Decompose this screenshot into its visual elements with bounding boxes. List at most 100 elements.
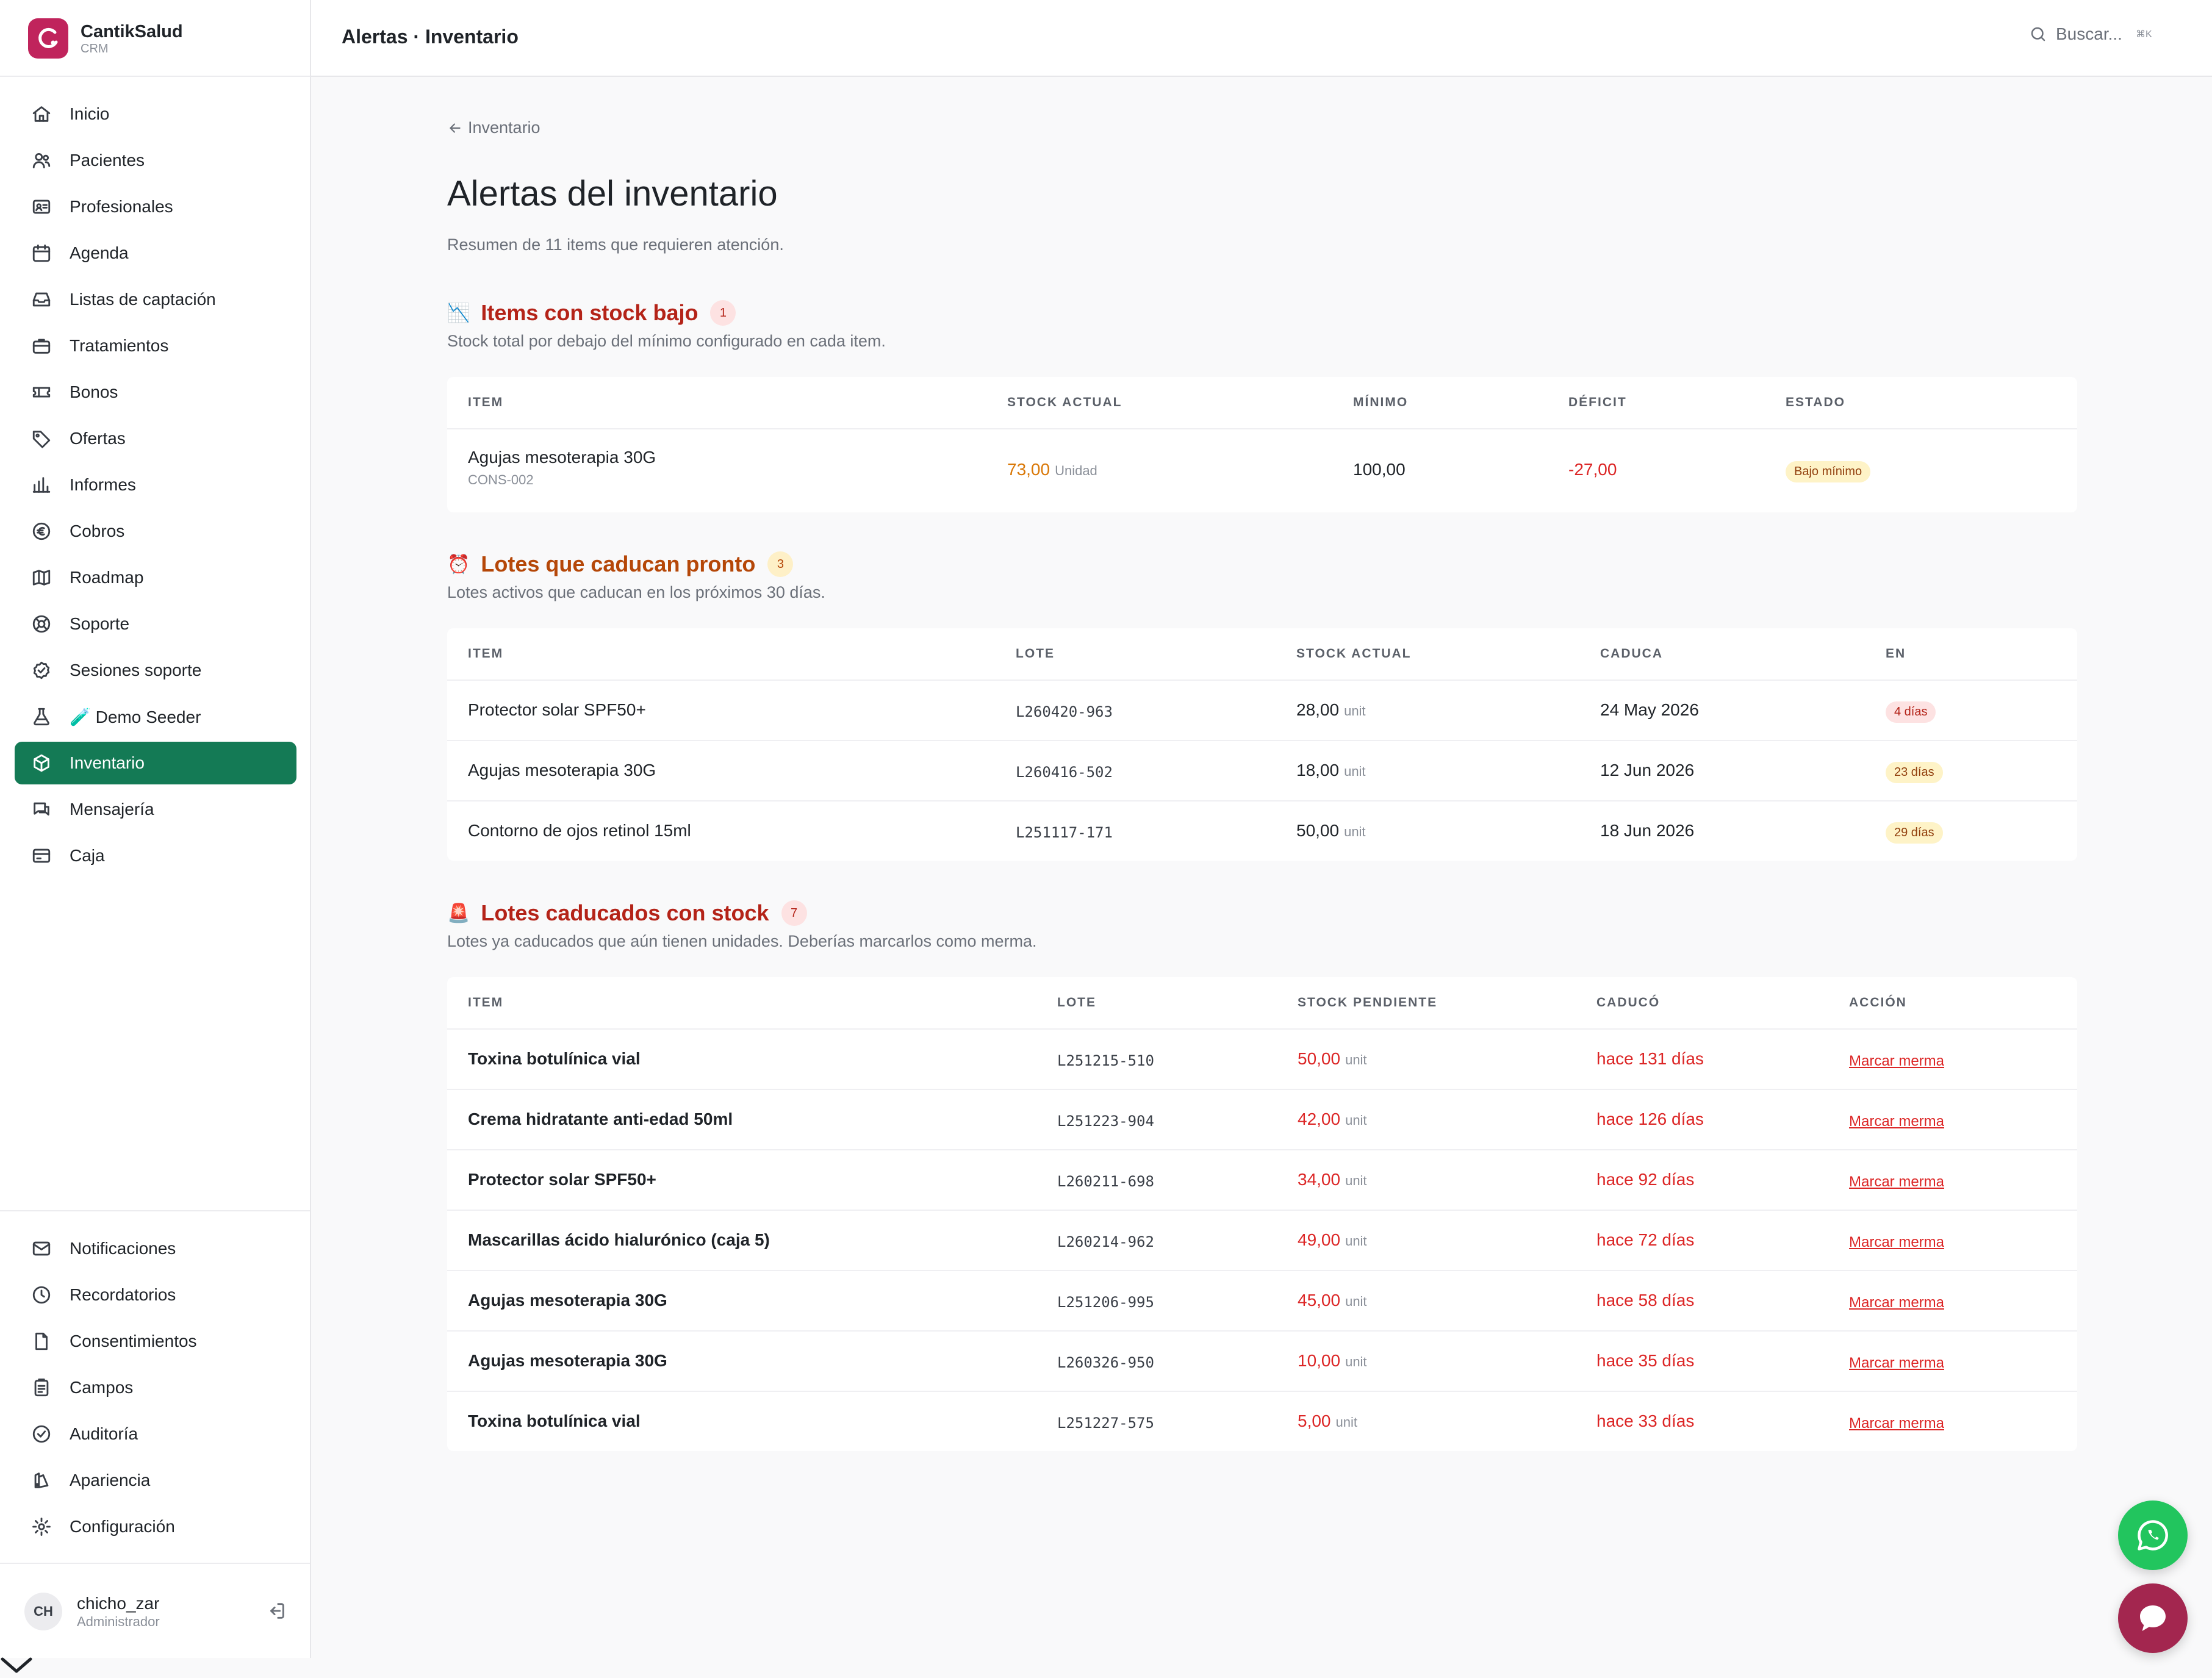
messages-icon <box>29 797 54 822</box>
whatsapp-button[interactable] <box>2118 1501 2188 1570</box>
sidebar-item-recordatorios[interactable]: Recordatorios <box>15 1274 296 1316</box>
sidebar-item-inventario[interactable]: Inventario <box>15 742 296 784</box>
sidebar-item-pacientes[interactable]: Pacientes <box>15 139 296 182</box>
sidebar-item-informes[interactable]: Informes <box>15 464 296 506</box>
sidebar-item-notificaciones[interactable]: Notificaciones <box>15 1227 296 1270</box>
table-row[interactable]: Agujas mesoterapia 30G CONS-002 73,00 Unida… <box>447 429 2077 512</box>
sidebar-item-bonos[interactable]: Bonos <box>15 371 296 414</box>
sidebar-item-configuración[interactable]: Configuración <box>15 1505 296 1548</box>
mark-waste-link[interactable]: Marcar merma <box>1849 1413 1944 1432</box>
sidebar-item-cobros[interactable]: Cobros <box>15 510 296 553</box>
sidebar: CantikSalud CRM Inicio Pacientes Profesion… <box>0 0 311 1658</box>
mark-waste-link[interactable]: Marcar merma <box>1849 1234 1944 1250</box>
sidebar-item-ofertas[interactable]: Ofertas <box>15 417 296 460</box>
palette-icon <box>29 1468 54 1493</box>
sidebar-item-listas-de-captación[interactable]: Listas de captación <box>15 278 296 321</box>
column-header: LOTE <box>1016 647 1055 661</box>
status-badge: Bajo mínimo <box>1786 461 1871 482</box>
sidebar-item-soporte[interactable]: Soporte <box>15 603 296 645</box>
table-row[interactable]: Agujas mesoterapia 30G L251206-995 45,00 un… <box>447 1271 2077 1332</box>
table-row[interactable]: Agujas mesoterapia 30G L260326-950 10,00 un… <box>447 1332 2077 1392</box>
mark-waste-link[interactable]: Marcar merma <box>1849 1355 1944 1371</box>
sidebar-item-inicio[interactable]: Inicio <box>15 93 296 135</box>
sidebar-item-campos[interactable]: Campos <box>15 1366 296 1409</box>
mark-waste-link[interactable]: Marcar merma <box>1849 1292 1944 1311</box>
column-header: EN <box>1886 647 1906 661</box>
sidebar-item-label: Auditoría <box>70 1424 138 1443</box>
sidebar-item-mensajería[interactable]: Mensajería <box>15 788 296 831</box>
cell-text: 5,00 <box>1298 1411 1331 1430</box>
mark-waste-link[interactable]: Marcar merma <box>1849 1053 1944 1069</box>
sidebar-item-roadmap[interactable]: Roadmap <box>15 556 296 599</box>
sidebar-item-profesionales[interactable]: Profesionales <box>15 185 296 228</box>
sidebar-item-auditoría[interactable]: Auditoría <box>15 1413 296 1455</box>
cell-text: Unidad <box>1055 463 1097 478</box>
table-row[interactable]: Protector solar SPF50+ L260211-698 34,00 un… <box>447 1150 2077 1211</box>
avatar: CH <box>24 1593 62 1630</box>
mark-waste-link[interactable]: Marcar merma <box>1849 1352 1944 1372</box>
sidebar-item-tratamientos[interactable]: Tratamientos <box>15 324 296 367</box>
mark-waste-link[interactable]: Marcar merma <box>1849 1232 1944 1251</box>
expired-cell: hace 35 días <box>1596 1351 1694 1371</box>
table-row[interactable]: Contorno de ojos retinol 15ml L251117-171… <box>447 801 2077 861</box>
cell-text: unit <box>1344 764 1366 779</box>
mark-waste-link[interactable]: Marcar merma <box>1849 1050 1944 1070</box>
stock-cell: 18,00 unit <box>1296 761 1366 780</box>
cell-text: Protector solar SPF50+ <box>468 1170 656 1189</box>
sidebar-divider <box>0 1210 310 1211</box>
lifebuoy-icon <box>29 612 54 636</box>
column-header: STOCK PENDIENTE <box>1298 995 1438 1009</box>
table-row[interactable]: Mascarillas ácido hialurónico (caja 5) L2… <box>447 1211 2077 1271</box>
lot-cell: L251227-575 <box>1057 1413 1154 1432</box>
sidebar-item-demo-seeder[interactable]: 🧪 Demo Seeder <box>15 695 296 738</box>
back-link[interactable]: Inventario <box>447 118 540 137</box>
sidebar-item-caja[interactable]: Caja <box>15 834 296 877</box>
sidebar-item-consentimientos[interactable]: Consentimientos <box>15 1320 296 1363</box>
logout-icon[interactable] <box>266 1601 287 1624</box>
sidebar-item-label: Roadmap <box>70 568 144 587</box>
brand-logo <box>28 18 68 59</box>
cell-text: hace 126 días <box>1596 1110 1704 1128</box>
cell-text: Toxina botulínica vial <box>468 1411 641 1430</box>
expired-section: 🚨 Lotes caducados con stock 7 Lotes ya c… <box>447 898 2077 951</box>
cell-text: unit <box>1345 1173 1367 1188</box>
mark-waste-link[interactable]: Marcar merma <box>1849 1113 1944 1130</box>
sidebar-item-label: Bonos <box>70 382 118 401</box>
table-row[interactable]: Toxina botulínica vial L251227-575 5,00 uni… <box>447 1392 2077 1451</box>
sidebar-item-apariencia[interactable]: Apariencia <box>15 1459 296 1502</box>
clipboard-icon <box>29 1375 54 1400</box>
gear-icon <box>29 1515 54 1539</box>
brand[interactable]: CantikSalud CRM <box>28 17 296 60</box>
lot-cell: L251223-904 <box>1057 1111 1154 1130</box>
table-row[interactable]: Crema hidratante anti-edad 50ml L251223-9… <box>447 1090 2077 1150</box>
expired-cell: hace 58 días <box>1596 1291 1694 1310</box>
siren-icon: 🚨 <box>447 903 470 923</box>
mark-waste-link[interactable]: Marcar merma <box>1849 1171 1944 1191</box>
table-row[interactable]: Protector solar SPF50+ L260420-963 28,00 un… <box>447 681 2077 741</box>
sidebar-item-label: Tratamientos <box>70 336 169 355</box>
arrow-left-icon <box>450 123 461 133</box>
search-button[interactable]: Buscar... ⌘K <box>2029 24 2152 44</box>
brand-name: CantikSalud <box>81 22 183 41</box>
cell-text: L251223-904 <box>1057 1113 1154 1130</box>
column-header: CADUCÓ <box>1596 995 1661 1009</box>
item-cell: Toxina botulínica vial <box>468 1411 641 1431</box>
expiring-table: ITEM LOTE STOCK ACTUAL CADUCA EN Protect… <box>447 628 2077 861</box>
column-header: MÍNIMO <box>1353 395 1409 409</box>
table-row[interactable]: Agujas mesoterapia 30G L260416-502 18,00 un… <box>447 741 2077 801</box>
table-row[interactable]: Toxina botulínica vial L251215-510 50,00 un… <box>447 1030 2077 1090</box>
sidebar-item-sesiones-soporte[interactable]: Sesiones soporte <box>15 649 296 692</box>
chevron-down-icon[interactable] <box>0 1654 33 1678</box>
whatsapp-icon <box>2138 1520 2168 1551</box>
user-profile[interactable]: CH chicho_zar Administrador <box>24 1583 293 1640</box>
expired-cell: hace 33 días <box>1596 1411 1694 1431</box>
mark-waste-link[interactable]: Marcar merma <box>1849 1294 1944 1311</box>
stock-cell: 49,00 unit <box>1298 1230 1367 1250</box>
page-title: Alertas del inventario <box>447 174 778 213</box>
sidebar-item-agenda[interactable]: Agenda <box>15 232 296 274</box>
mark-waste-link[interactable]: Marcar merma <box>1849 1174 1944 1190</box>
mark-waste-link[interactable]: Marcar merma <box>1849 1111 1944 1130</box>
mark-waste-link[interactable]: Marcar merma <box>1849 1415 1944 1432</box>
chat-button[interactable] <box>2118 1583 2188 1653</box>
stock-cell: 50,00 unit <box>1298 1049 1367 1069</box>
